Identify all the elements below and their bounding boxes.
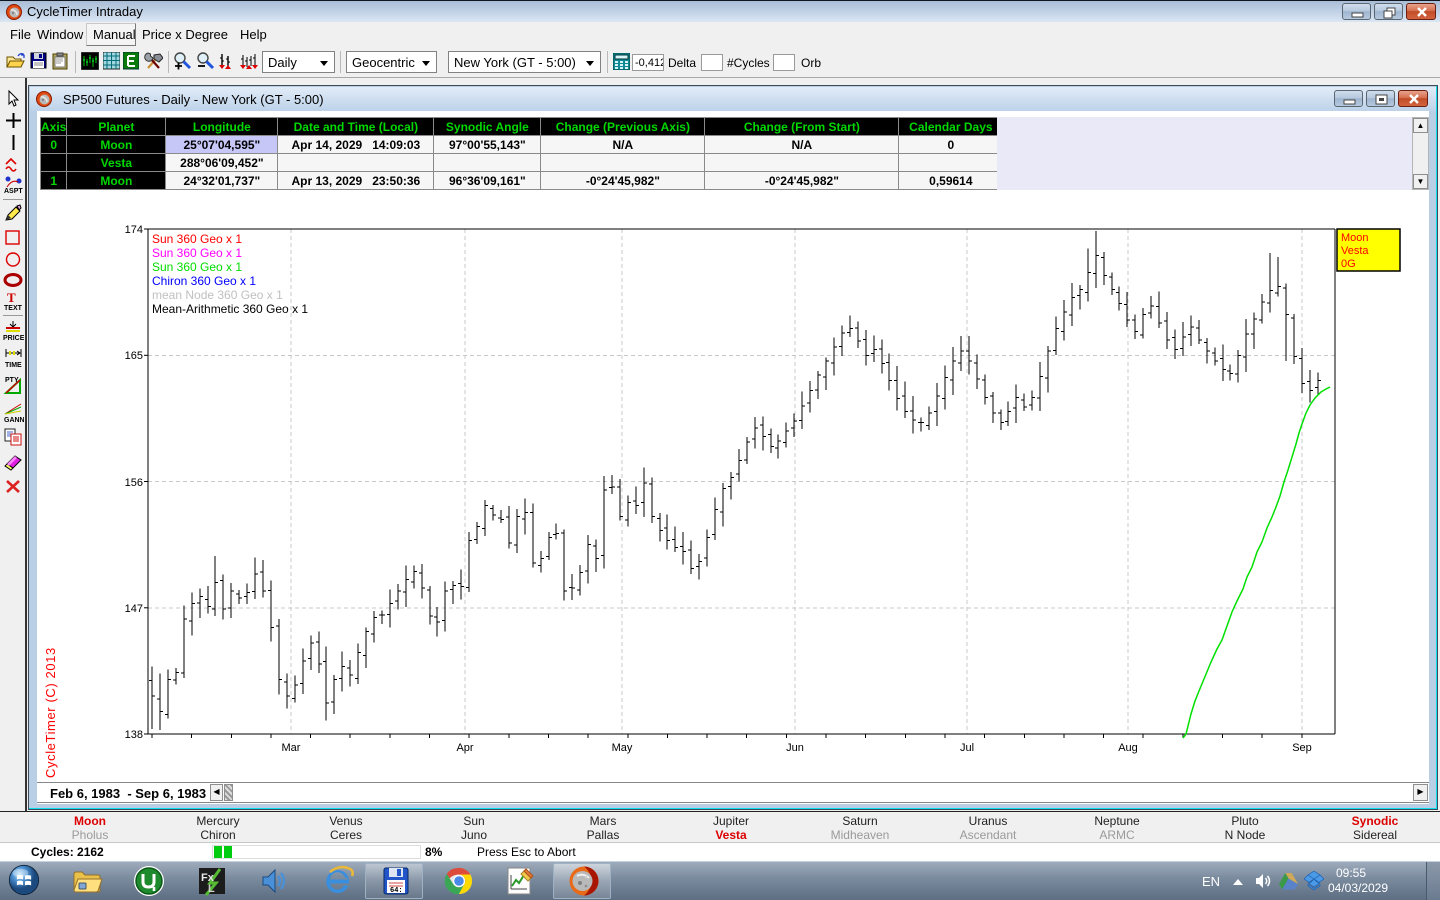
svg-text:Jun: Jun — [786, 742, 804, 754]
svg-text:165: 165 — [125, 350, 143, 362]
svg-text:Aug: Aug — [1118, 742, 1138, 754]
svg-text:Apr: Apr — [456, 742, 473, 754]
svg-text:GANN: GANN — [4, 417, 24, 423]
svg-text:TEXT: TEXT — [4, 305, 23, 311]
svg-text:T: T — [7, 291, 16, 305]
svg-text:Sun 360 Geo x 1: Sun 360 Geo x 1 — [152, 260, 242, 274]
svg-text:138: 138 — [125, 729, 143, 741]
svg-text:0G: 0G — [1341, 258, 1356, 270]
svg-text:Moon: Moon — [1341, 232, 1369, 244]
svg-text:Mean-Arithmetic 360 Geo x 1: Mean-Arithmetic 360 Geo x 1 — [152, 302, 308, 316]
svg-text:147: 147 — [125, 603, 143, 615]
svg-text:ASPT: ASPT — [4, 188, 23, 195]
svg-text:L: L — [208, 883, 215, 895]
svg-text:CycleTimer (C) 2013: CycleTimer (C) 2013 — [43, 647, 58, 778]
svg-text:May: May — [612, 742, 633, 754]
svg-text:PRICE: PRICE — [3, 335, 24, 341]
svg-text:Mar: Mar — [282, 742, 301, 754]
svg-text:Vesta: Vesta — [1341, 245, 1369, 257]
svg-text:Sep: Sep — [1292, 742, 1312, 754]
svg-text:TIME: TIME — [5, 362, 22, 368]
svg-text:174: 174 — [125, 224, 143, 236]
svg-text:Jul: Jul — [960, 742, 974, 754]
svg-text:Sun 360 Geo x 1: Sun 360 Geo x 1 — [152, 232, 242, 246]
svg-text:156: 156 — [125, 477, 143, 489]
svg-text:64:: 64: — [390, 887, 403, 895]
svg-text:mean Node 360 Geo x 1: mean Node 360 Geo x 1 — [152, 288, 283, 302]
svg-text:Chiron 360 Geo x 1: Chiron 360 Geo x 1 — [152, 274, 256, 288]
svg-text:Sun 360 Geo x 1: Sun 360 Geo x 1 — [152, 246, 242, 260]
